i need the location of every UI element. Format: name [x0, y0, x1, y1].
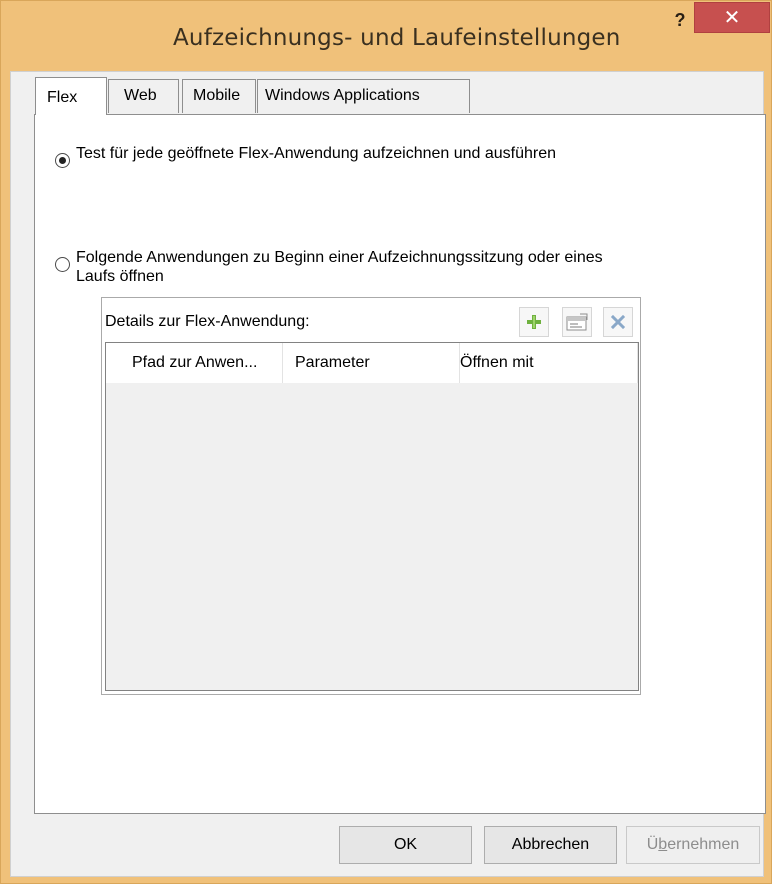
option-open-following-apps[interactable]: Folgende Anwendungen zu Beginn einer Auf… [55, 248, 616, 286]
option-record-each-app-label[interactable]: Test für jede geöffnete Flex-Anwendung a… [76, 144, 616, 163]
apply-label-suffix: ernehmen [667, 836, 740, 853]
option-record-each-app[interactable]: Test für jede geöffnete Flex-Anwendung a… [55, 144, 616, 168]
add-icon [527, 315, 541, 329]
radio-open-following-apps[interactable] [55, 257, 70, 272]
tab-mobile[interactable]: Mobile [182, 79, 256, 113]
application-list[interactable]: Pfad zur Anwen... Parameter Öffnen mit [105, 342, 639, 691]
apply-button[interactable]: Übernehmen [626, 826, 760, 864]
tab-flex[interactable]: Flex [35, 77, 107, 115]
properties-button[interactable] [562, 307, 592, 337]
title-bar[interactable]: Aufzeichnungs- und Laufeinstellungen ? ✕ [1, 1, 771, 51]
tab-windows-applications[interactable]: Windows Applications [257, 79, 470, 113]
properties-icon [566, 313, 588, 331]
apply-label-underlined: b [658, 836, 668, 853]
apply-label-prefix: Ü [646, 836, 659, 853]
column-header-open-with[interactable]: Öffnen mit [460, 343, 638, 383]
delete-icon [611, 315, 625, 329]
flex-application-details-group: Details zur Flex-Anwendung: Pfad zur Anw… [101, 297, 641, 695]
help-button[interactable]: ? [663, 5, 697, 35]
close-button[interactable]: ✕ [694, 2, 770, 33]
ok-button[interactable]: OK [339, 826, 472, 864]
cancel-button[interactable]: Abbrechen [484, 826, 617, 864]
radio-record-each-app[interactable] [55, 153, 70, 168]
dialog-window: Aufzeichnungs- und Laufeinstellungen ? ✕… [0, 0, 772, 884]
option-open-following-apps-label[interactable]: Folgende Anwendungen zu Beginn einer Auf… [76, 248, 616, 286]
add-button[interactable] [519, 307, 549, 337]
list-header: Pfad zur Anwen... Parameter Öffnen mit [106, 343, 638, 383]
tab-web[interactable]: Web [108, 79, 179, 113]
column-header-path[interactable]: Pfad zur Anwen... [106, 343, 283, 383]
window-title: Aufzeichnungs- und Laufeinstellungen [173, 25, 621, 51]
details-title: Details zur Flex-Anwendung: [105, 313, 310, 330]
column-header-parameter[interactable]: Parameter [283, 343, 460, 383]
delete-button[interactable] [603, 307, 633, 337]
